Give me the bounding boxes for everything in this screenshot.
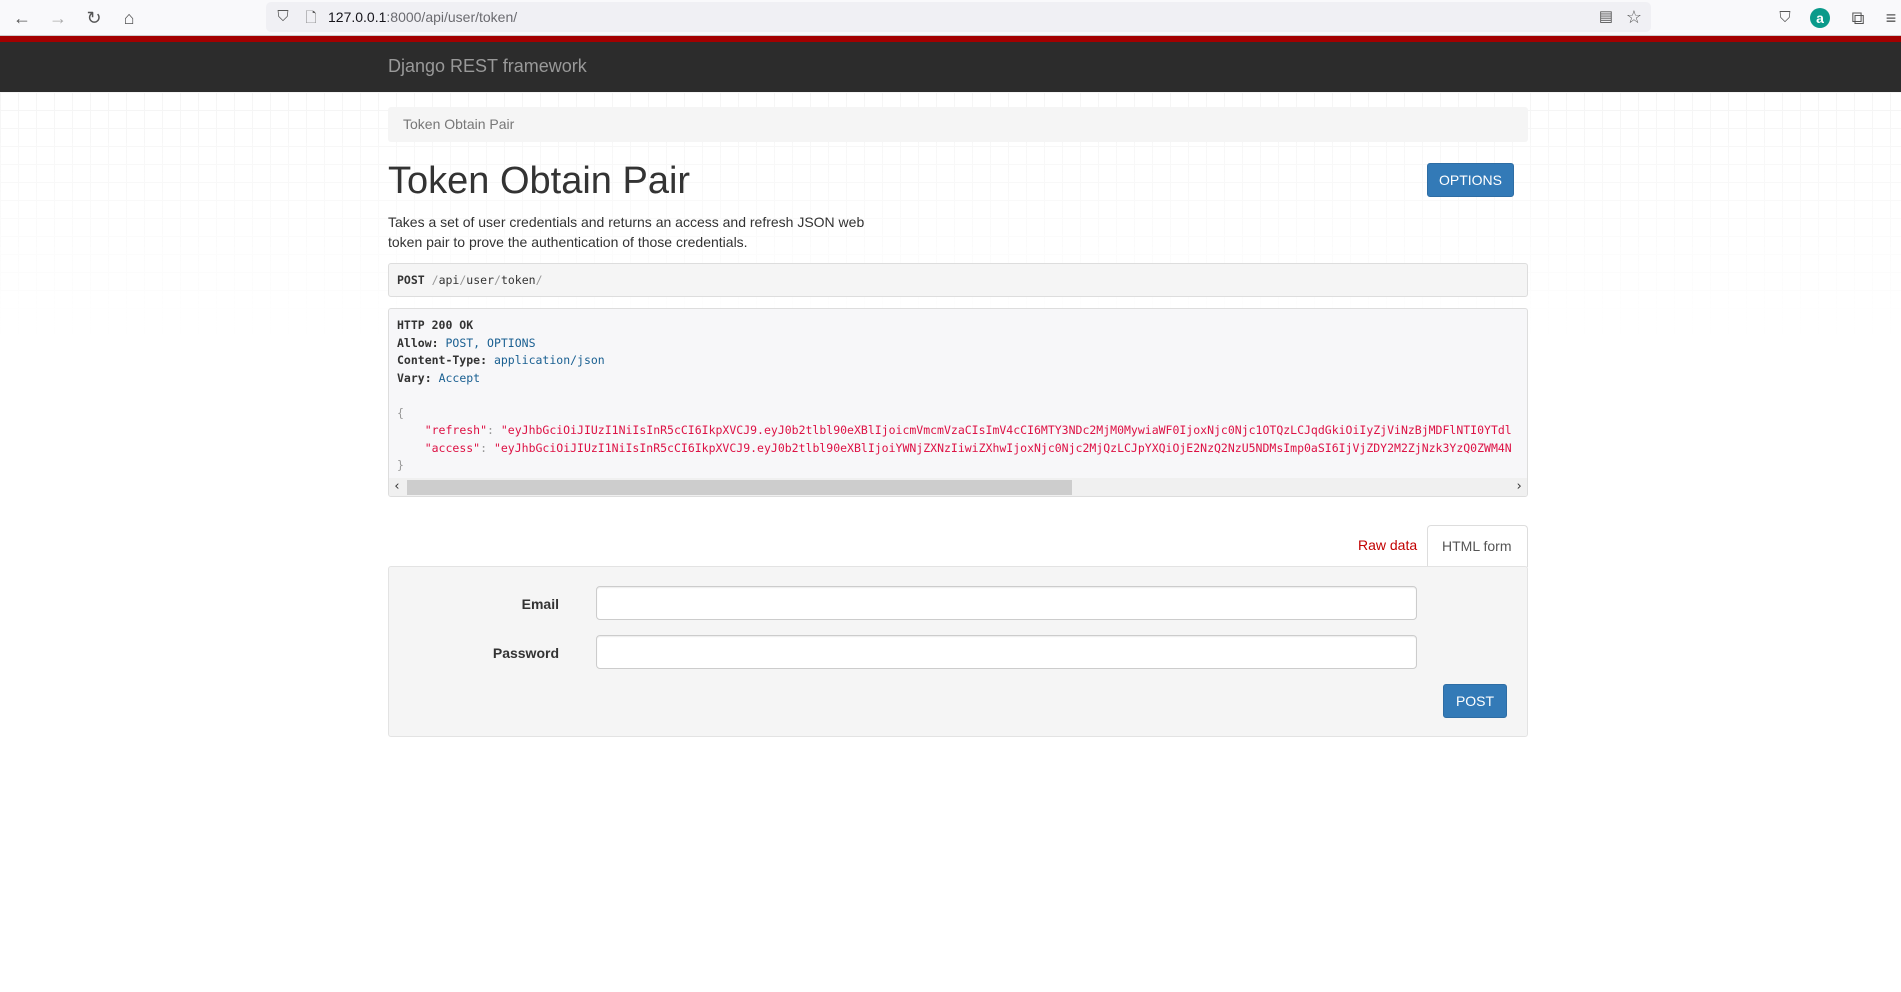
options-button[interactable]: OPTIONS — [1427, 163, 1514, 197]
password-label: Password — [492, 645, 559, 661]
shield-icon[interactable]: ⛉ — [271, 5, 295, 29]
extensions-icon[interactable]: ⧉ — [1846, 6, 1870, 30]
post-button[interactable]: POST — [1443, 684, 1507, 718]
header-name: Content-Type: — [397, 353, 488, 367]
horizontal-scrollbar[interactable]: ‹ › — [389, 478, 1527, 496]
brand-link[interactable]: Django REST framework — [388, 56, 587, 77]
header-value: Accept — [438, 370, 481, 385]
scroll-left-icon[interactable]: ‹ — [389, 478, 405, 496]
navbar: Django REST framework — [0, 42, 1901, 92]
home-icon[interactable]: ⌂ — [117, 6, 141, 30]
response-info: HTTP 200 OK Allow: POST, OPTIONS Content… — [388, 308, 1528, 497]
forward-icon[interactable]: → — [46, 6, 70, 30]
header-name: Vary: — [397, 370, 432, 385]
account-avatar-icon[interactable]: a — [1810, 8, 1830, 28]
scroll-right-icon[interactable]: › — [1511, 478, 1527, 496]
access-token: "eyJhbGciOiJIUzI1NiIsInR5cCI6IkpXVCJ9.ey… — [493, 440, 1512, 455]
request-info: POST /api/user/token/ — [388, 263, 1528, 297]
post-form: Email Password POST — [388, 566, 1528, 737]
password-input[interactable] — [596, 635, 1417, 669]
url-text[interactable]: 127.0.0.1:8000/api/user/token/ — [328, 9, 517, 25]
request-method: POST — [397, 273, 425, 287]
bookmark-star-icon[interactable]: ☆ — [1622, 5, 1646, 29]
reader-view-icon[interactable]: ▤ — [1594, 5, 1618, 29]
refresh-token: "eyJhbGciOiJIUzI1NiIsInR5cCI6IkpXVCJ9.ey… — [500, 423, 1512, 437]
page-description: Takes a set of user credentials and retu… — [388, 214, 865, 250]
path-part: token — [500, 273, 536, 287]
json-key-refresh: "refresh" — [424, 423, 488, 437]
header-value: application/json — [493, 353, 605, 367]
header-value: POST, OPTIONS — [445, 335, 536, 350]
json-key-access: "access" — [424, 440, 481, 455]
path-part: user — [466, 273, 494, 287]
breadcrumb: Token Obtain Pair — [388, 107, 1528, 142]
back-icon[interactable]: ← — [10, 6, 34, 30]
page-icon: 🗋 — [305, 9, 317, 25]
tab-html-form[interactable]: HTML form — [1427, 525, 1528, 567]
email-input[interactable] — [596, 586, 1417, 620]
breadcrumb-item-current[interactable]: Token Obtain Pair — [403, 116, 514, 132]
page-title: Token Obtain Pair — [388, 160, 691, 202]
url-host: 127.0.0.1 — [328, 9, 387, 25]
browser-toolbar: ← → ↻ ⌂ ⛉ 🗋 127.0.0.1:8000/api/user/toke… — [0, 0, 1901, 36]
pocket-icon[interactable]: ⛉ — [1773, 6, 1797, 30]
header-name: Allow: — [397, 335, 439, 350]
menu-icon[interactable]: ≡ — [1879, 6, 1901, 30]
path-part: api — [438, 273, 460, 287]
tab-raw-data[interactable]: Raw data — [1343, 525, 1432, 566]
reload-icon[interactable]: ↻ — [82, 6, 106, 30]
address-bar[interactable]: ⛉ 🗋 127.0.0.1:8000/api/user/token/ ▤ ☆ — [266, 2, 1651, 32]
url-path: :8000/api/user/token/ — [386, 9, 518, 25]
scrollbar-thumb[interactable] — [407, 480, 1072, 495]
response-status: HTTP 200 OK — [397, 318, 474, 332]
email-label: Email — [521, 596, 559, 612]
